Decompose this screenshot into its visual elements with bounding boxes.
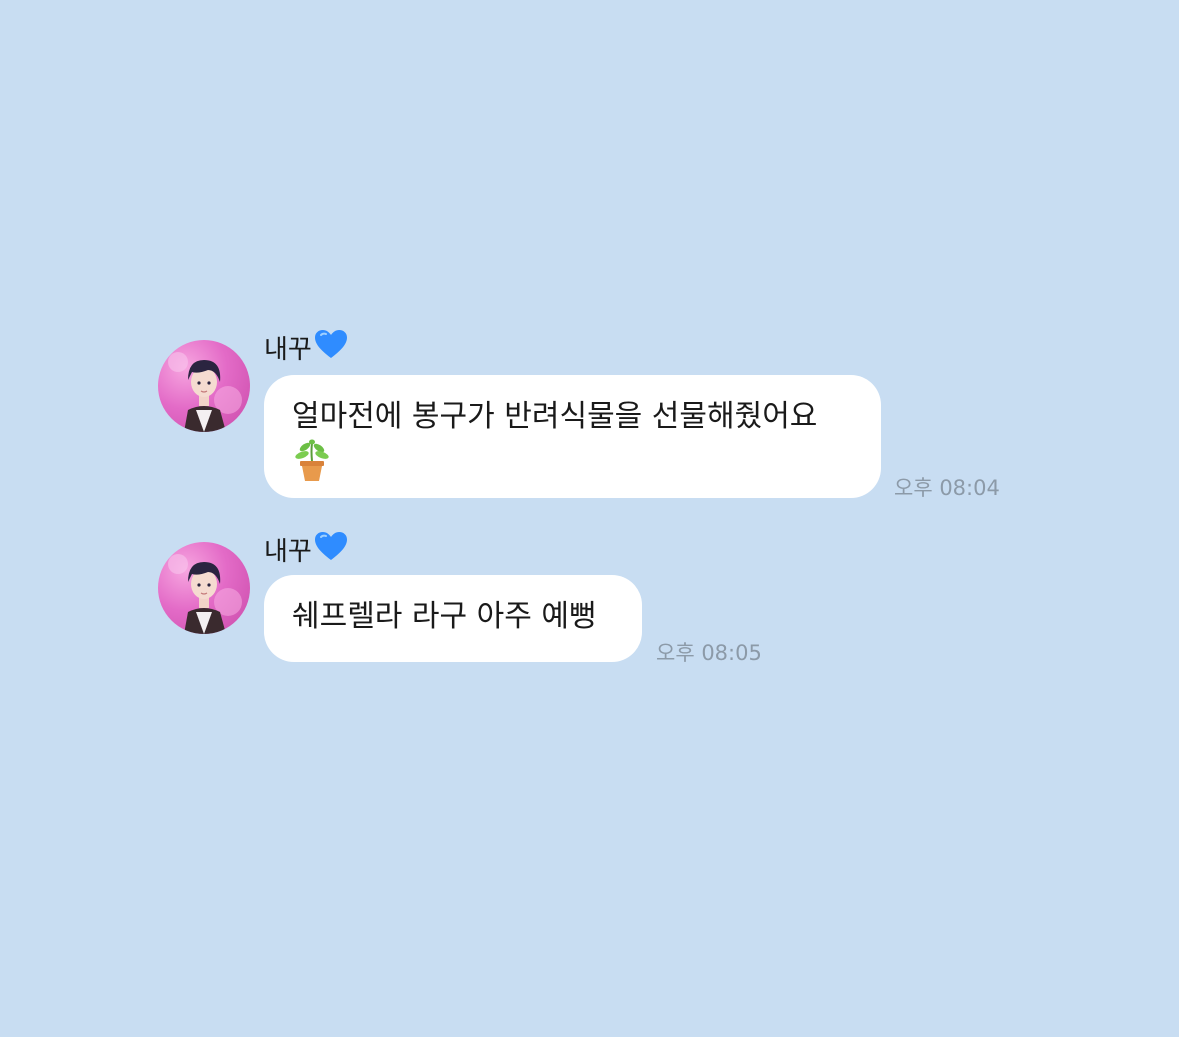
blue-heart-icon: [314, 329, 348, 369]
sender-name-text: 내꾸: [264, 335, 312, 365]
message-bubble[interactable]: 얼마전에 봉구가 반려식물을 선물해줬어요: [264, 375, 881, 498]
sender-name: 내꾸: [264, 329, 348, 369]
message-text: 얼마전에 봉구가 반려식물을 선물해줬어요: [292, 399, 818, 434]
message-timestamp: 오후 08:05: [656, 641, 762, 665]
potted-plant-icon: [292, 439, 853, 496]
avatar[interactable]: [158, 542, 250, 634]
sender-name-text: 내꾸: [264, 537, 312, 567]
chat-area: 내꾸 얼마전에 봉구가 반려식물을 선물해줬어요 오후 08:04 내꾸 쉐프렐…: [0, 0, 1179, 1037]
message-timestamp: 오후 08:04: [894, 476, 1000, 500]
avatar-portrait-icon: [168, 352, 242, 432]
avatar[interactable]: [158, 340, 250, 432]
message-bubble[interactable]: 쉐프렐라 라구 아주 예뻥: [264, 575, 642, 662]
message-text: 쉐프렐라 라구 아주 예뻥: [292, 599, 597, 634]
avatar-portrait-icon: [168, 554, 242, 634]
sender-name: 내꾸: [264, 531, 348, 571]
blue-heart-icon: [314, 531, 348, 571]
